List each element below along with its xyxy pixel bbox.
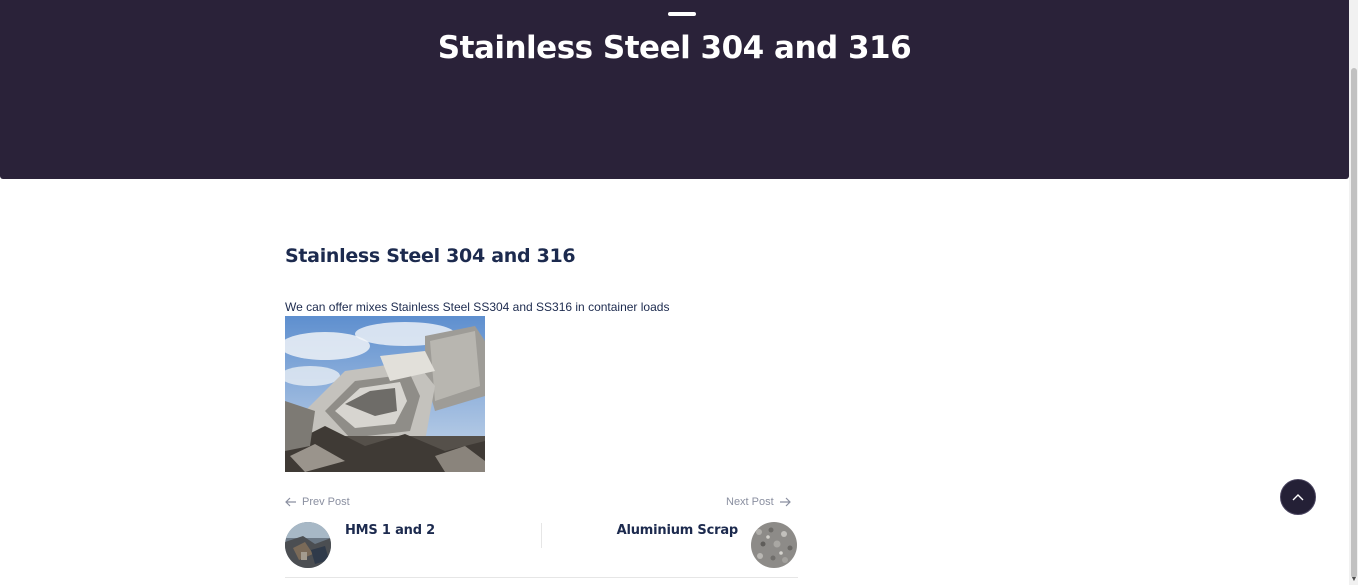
post-image-stainless-scrap: [285, 316, 485, 472]
hero-title: Stainless Steel 304 and 316: [437, 30, 912, 66]
next-post-title[interactable]: Aluminium Scrap: [560, 523, 739, 538]
next-post-link[interactable]: Next Post: [726, 496, 791, 508]
scrollbar-thumb[interactable]: [1351, 68, 1357, 578]
back-to-top-button[interactable]: [1280, 479, 1316, 515]
arrow-left-icon: [285, 497, 296, 507]
prev-post-thumbnail[interactable]: [285, 522, 331, 568]
post-body: We can offer mixes Stainless Steel SS304…: [285, 300, 670, 314]
page-hero: Stainless Steel 304 and 316: [0, 0, 1349, 179]
prev-post-label: Prev Post: [302, 496, 350, 508]
scroll-down-arrow-icon[interactable]: ▼: [1350, 576, 1358, 584]
arrow-right-icon: [779, 497, 791, 507]
hero-accent-bar: [668, 12, 696, 16]
prev-post-link[interactable]: Prev Post: [285, 496, 350, 508]
post-nav-bottom-border: [285, 577, 798, 578]
prev-post-title[interactable]: HMS 1 and 2: [345, 523, 435, 538]
chevron-up-icon: [1292, 494, 1304, 501]
nav-divider: [541, 523, 542, 548]
next-post-thumbnail[interactable]: [751, 522, 797, 568]
post-title: Stainless Steel 304 and 316: [285, 245, 576, 267]
next-post-label: Next Post: [726, 496, 774, 508]
